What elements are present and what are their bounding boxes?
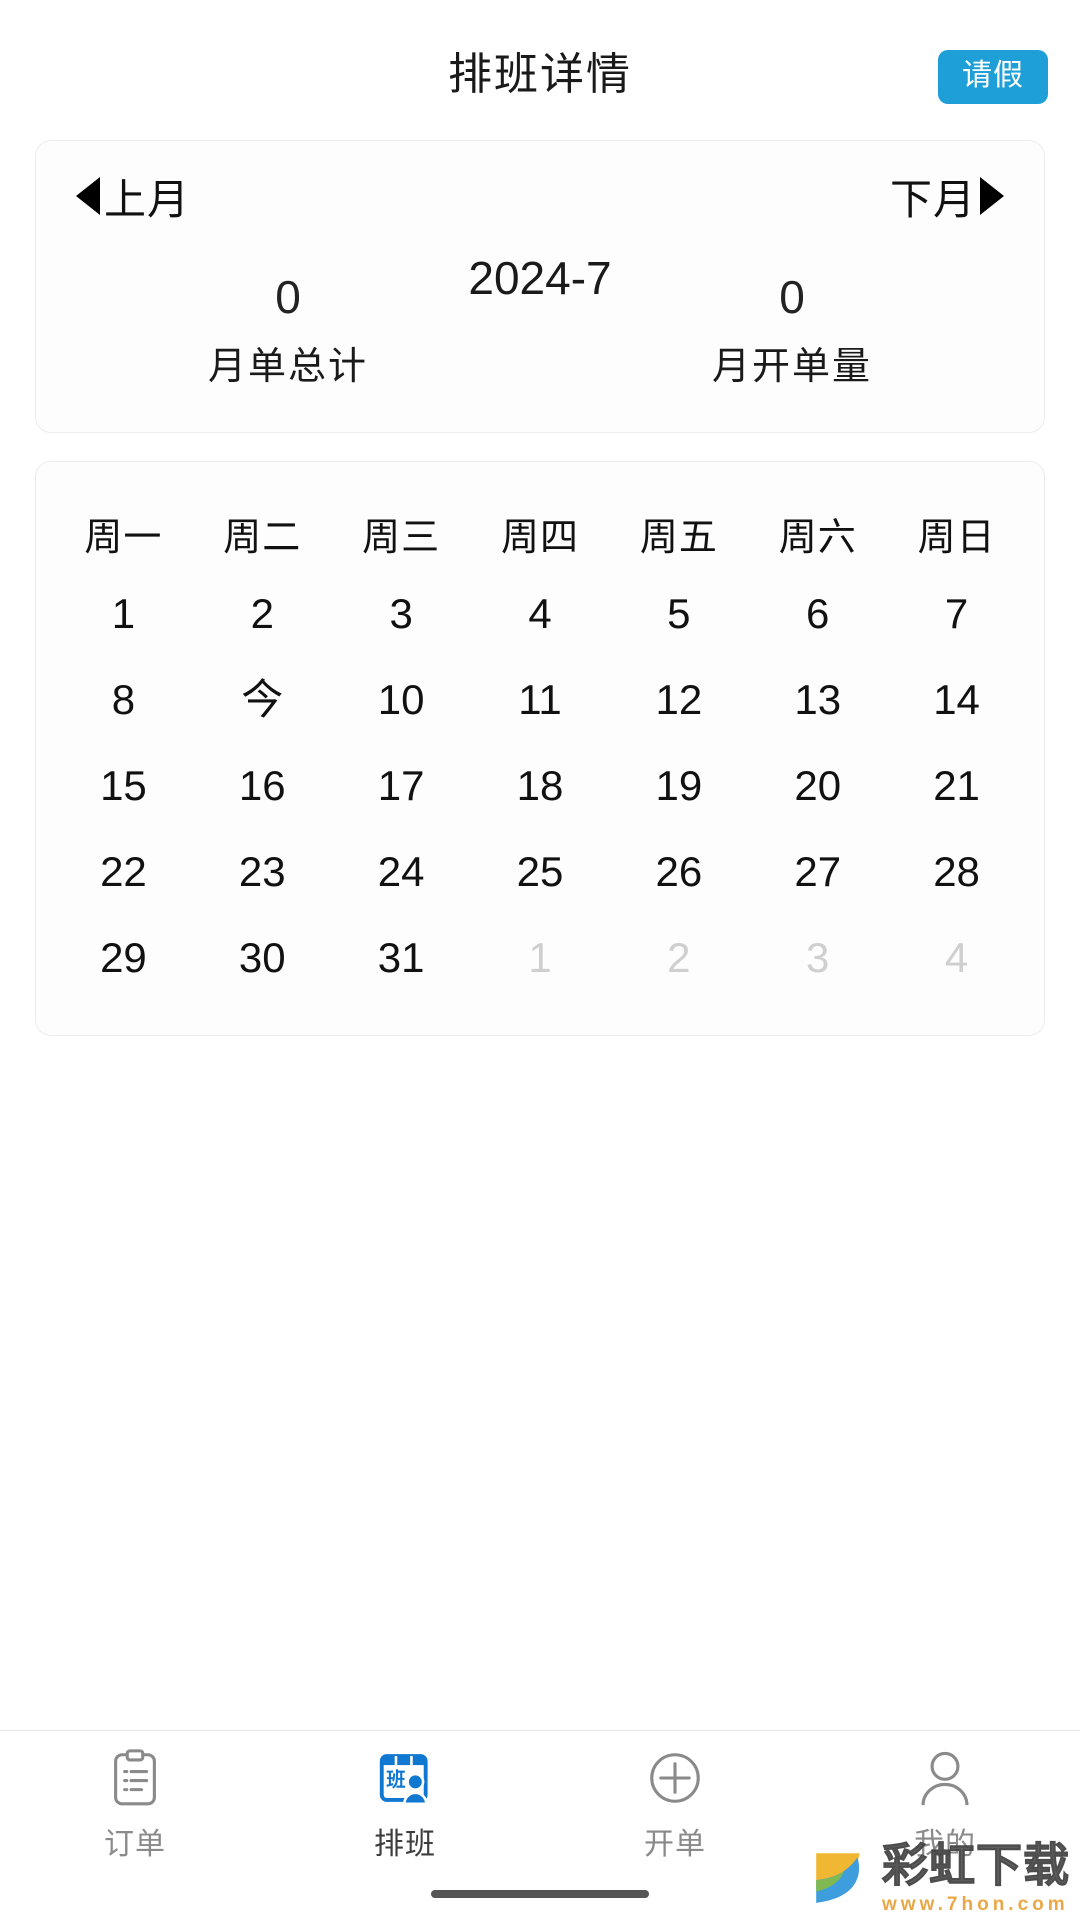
calendar-day-cell[interactable]: 14 — [887, 657, 1026, 743]
calendar-day-cell[interactable]: 28 — [887, 829, 1026, 915]
tab-label: 开单 — [644, 1828, 706, 1861]
month-stats-row: 0 月单总计 0 月开单量 — [36, 251, 1044, 432]
next-month-button[interactable]: 下月 — [890, 166, 1004, 227]
calendar-day-cell[interactable]: 1 — [54, 571, 193, 657]
calendar-day-cell[interactable]: 17 — [332, 743, 471, 829]
calendar-day-cell[interactable]: 11 — [471, 657, 610, 743]
tab-label: 订单 — [104, 1828, 166, 1861]
calendar-day-cell[interactable]: 2 — [609, 915, 748, 1001]
calendar-day-cell[interactable]: 31 — [332, 915, 471, 1001]
calendar-day-cell[interactable]: 22 — [54, 829, 193, 915]
calendar-day-cell[interactable]: 4 — [471, 571, 610, 657]
home-indicator — [431, 1890, 649, 1898]
calendar-day-cell[interactable]: 16 — [193, 743, 332, 829]
calendar-day-cell[interactable]: 6 — [748, 571, 887, 657]
calendar-day-cell[interactable]: 8 — [54, 657, 193, 743]
app-root: 排班详情 请假 上月 下月 2024-7 0 月单总计 0 月开单量 周一 周二… — [0, 0, 1080, 1920]
page-header: 排班详情 请假 — [0, 0, 1080, 140]
calendar-weekday-header: 周一 — [84, 516, 163, 559]
month-summary-card: 上月 下月 2024-7 0 月单总计 0 月开单量 — [35, 140, 1045, 433]
calendar-day-cell[interactable]: 15 — [54, 743, 193, 829]
calendar-day-cell[interactable]: 1 — [471, 915, 610, 1001]
prev-month-button[interactable]: 上月 — [76, 166, 190, 227]
calendar-day-cell[interactable]: 26 — [609, 829, 748, 915]
calendar-day-cell[interactable]: 21 — [887, 743, 1026, 829]
calendar-day-cell[interactable]: 27 — [748, 829, 887, 915]
bottom-tab-bar: 订单 班 排班 开单 我的 彩虹下载 www.7hon.com — [0, 1730, 1080, 1920]
calendar-weekday-header: 周五 — [639, 516, 718, 559]
calendar-weekday-header: 周日 — [917, 516, 996, 559]
triangle-right-icon — [980, 177, 1004, 215]
calendar-day-cell[interactable]: 23 — [193, 829, 332, 915]
tab-new-order[interactable]: 开单 — [540, 1747, 810, 1863]
calendar-day-cell[interactable]: 19 — [609, 743, 748, 829]
plus-circle-icon — [644, 1747, 706, 1809]
calendar-card: 周一 周二 周三 周四 周五 周六 周日 1 2 3 4 5 6 7 8 今 10 11 12 13 14 15 16 17 1… — [35, 460, 1045, 1036]
tab-orders[interactable]: 订单 — [0, 1747, 270, 1863]
prev-month-label: 上月 — [104, 175, 191, 223]
clipboard-list-icon — [104, 1747, 166, 1809]
calendar-day-cell[interactable]: 10 — [332, 657, 471, 743]
calendar-day-cell[interactable]: 25 — [471, 829, 610, 915]
stat-monthly-order-count: 0 月开单量 — [540, 269, 1044, 390]
calendar-weekday-header: 周四 — [500, 516, 579, 559]
calendar-day-cell[interactable]: 13 — [748, 657, 887, 743]
person-icon — [914, 1747, 976, 1809]
svg-text:班: 班 — [386, 1768, 405, 1791]
calendar-weekday-header: 周二 — [223, 516, 302, 559]
calendar-day-cell[interactable]: 20 — [748, 743, 887, 829]
stat-label: 月单总计 — [207, 345, 368, 388]
schedule-badge-icon: 班 — [374, 1747, 436, 1809]
calendar-grid: 周一 周二 周三 周四 周五 周六 周日 1 2 3 4 5 6 7 8 今 10 11 12 13 14 15 16 17 1… — [54, 492, 1026, 1001]
calendar-day-cell[interactable]: 29 — [54, 915, 193, 1001]
stat-value: 0 — [779, 271, 805, 323]
month-nav-wrapper: 上月 下月 2024-7 — [36, 141, 1044, 304]
stat-monthly-order-total: 0 月单总计 — [36, 269, 540, 390]
calendar-day-cell[interactable]: 24 — [332, 829, 471, 915]
month-navigation: 上月 下月 — [36, 141, 1044, 251]
calendar-day-cell[interactable]: 7 — [887, 571, 1026, 657]
calendar-day-cell[interactable]: 5 — [609, 571, 748, 657]
triangle-left-icon — [76, 177, 100, 215]
tab-label: 排班 — [374, 1828, 436, 1861]
calendar-day-today[interactable]: 今 — [193, 657, 332, 743]
calendar-day-cell[interactable]: 2 — [193, 571, 332, 657]
calendar-day-cell[interactable]: 3 — [332, 571, 471, 657]
calendar-day-cell[interactable]: 12 — [609, 657, 748, 743]
next-month-label: 下月 — [889, 175, 976, 223]
calendar-day-cell[interactable]: 30 — [193, 915, 332, 1001]
watermark-url: www.7hon.com — [882, 1894, 1069, 1915]
tab-label: 我的 — [914, 1828, 976, 1861]
request-leave-button[interactable]: 请假 — [938, 50, 1048, 104]
page-title: 排班详情 — [448, 50, 632, 99]
tab-schedule[interactable]: 班 排班 — [270, 1747, 540, 1863]
calendar-day-cell[interactable]: 4 — [887, 915, 1026, 1001]
stat-label: 月开单量 — [711, 345, 872, 388]
tab-profile[interactable]: 我的 — [810, 1747, 1080, 1863]
stat-value: 0 — [275, 271, 301, 323]
calendar-day-cell[interactable]: 18 — [471, 743, 610, 829]
calendar-weekday-header: 周三 — [362, 516, 441, 559]
calendar-day-cell[interactable]: 3 — [748, 915, 887, 1001]
calendar-weekday-header: 周六 — [778, 516, 857, 559]
